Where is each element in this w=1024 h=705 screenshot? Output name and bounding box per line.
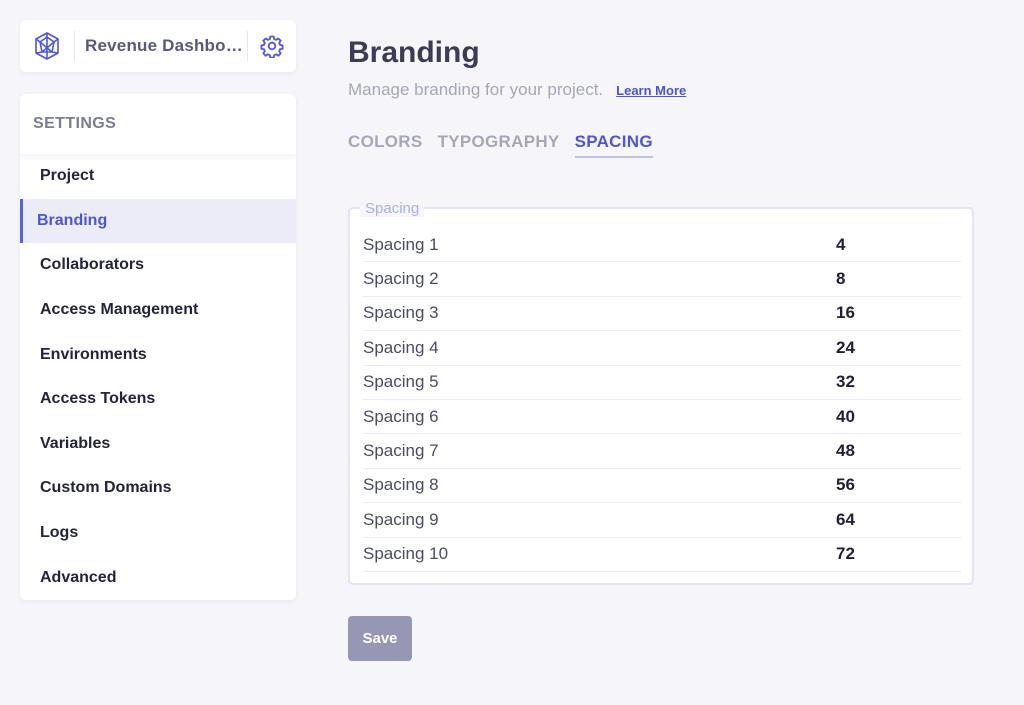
spacing-row-1: Spacing 1 4: [363, 228, 961, 263]
project-switcher: Revenue Dashbo…: [20, 20, 296, 72]
spacing-legend: Spacing: [360, 200, 425, 217]
network-globe-icon: [35, 32, 59, 60]
tab-typography[interactable]: TYPOGRAPHY: [438, 132, 560, 158]
sidebar-item-environments[interactable]: Environments: [20, 332, 296, 377]
sidebar-item-project[interactable]: Project: [20, 154, 296, 199]
spacing-row-2: Spacing 2 8: [363, 262, 961, 297]
row-label: Spacing 10: [363, 544, 449, 564]
subtitle-row: Manage branding for your project. Learn …: [348, 80, 686, 100]
sidebar-item-advanced[interactable]: Advanced: [20, 555, 296, 600]
spacing-row-8: Spacing 8 56: [363, 469, 961, 504]
sidebar-item-access-management[interactable]: Access Management: [20, 288, 296, 333]
spacing-fieldset: Spacing Spacing 1 4 Spacing 2 8 Spacing 3 1…: [348, 200, 974, 585]
row-value[interactable]: 32: [836, 372, 855, 392]
spacing-row-5: Spacing 5 32: [363, 366, 961, 400]
spacing-row-6: Spacing 6 40: [363, 400, 961, 435]
row-value[interactable]: 48: [836, 441, 855, 461]
row-value[interactable]: 8: [836, 269, 845, 289]
project-name[interactable]: Revenue Dashbo…: [75, 36, 247, 56]
sidebar-item-logs[interactable]: Logs: [20, 511, 296, 556]
settings-header: SETTINGS: [20, 94, 296, 154]
row-value[interactable]: 24: [836, 338, 855, 358]
row-label: Spacing 4: [363, 337, 439, 357]
settings-sidebar: SETTINGS Project Branding Collaborators …: [20, 94, 296, 600]
row-label: Spacing 6: [363, 406, 439, 426]
sidebar-item-custom-domains[interactable]: Custom Domains: [20, 466, 296, 511]
row-label: Spacing 8: [363, 475, 439, 495]
gear-icon: [260, 35, 284, 58]
page-title: Branding: [348, 36, 480, 69]
row-value[interactable]: 40: [836, 407, 855, 427]
sidebar-item-collaborators[interactable]: Collaborators: [20, 243, 296, 288]
spacing-list: Spacing 1 4 Spacing 2 8 Spacing 3 16 Spacin…: [363, 228, 961, 572]
row-label: Spacing 7: [363, 441, 439, 461]
row-value[interactable]: 4: [836, 235, 845, 255]
row-label: Spacing 2: [363, 269, 439, 289]
spacing-row-9: Spacing 9 64: [363, 503, 961, 538]
row-value[interactable]: 56: [836, 475, 855, 495]
row-value[interactable]: 16: [836, 303, 855, 323]
project-settings-button[interactable]: [248, 20, 296, 72]
sidebar-item-branding[interactable]: Branding: [20, 198, 296, 244]
row-label: Spacing 5: [363, 372, 439, 392]
row-label: Spacing 9: [363, 509, 439, 529]
row-value[interactable]: 72: [836, 544, 855, 564]
spacing-row-10: Spacing 10 72: [363, 538, 961, 572]
sidebar-item-variables[interactable]: Variables: [20, 422, 296, 467]
sidebar-item-access-tokens[interactable]: Access Tokens: [20, 377, 296, 422]
learn-more-link[interactable]: Learn More: [616, 83, 686, 98]
settings-nav: Project Branding Collaborators Access Ma…: [20, 154, 296, 600]
save-button[interactable]: Save: [348, 616, 412, 661]
row-label: Spacing 1: [363, 234, 439, 254]
spacing-row-7: Spacing 7 48: [363, 434, 961, 469]
row-value[interactable]: 64: [836, 510, 855, 530]
row-label: Spacing 3: [363, 303, 439, 323]
project-logo[interactable]: [20, 20, 74, 72]
tab-spacing[interactable]: SPACING: [574, 132, 653, 158]
page-subtitle: Manage branding for your project.: [348, 80, 604, 99]
spacing-row-3: Spacing 3 16: [363, 297, 961, 332]
tab-colors[interactable]: COLORS: [348, 132, 423, 158]
spacing-row-4: Spacing 4 24: [363, 331, 961, 366]
branding-tabs: COLORS TYPOGRAPHY SPACING: [348, 132, 668, 158]
